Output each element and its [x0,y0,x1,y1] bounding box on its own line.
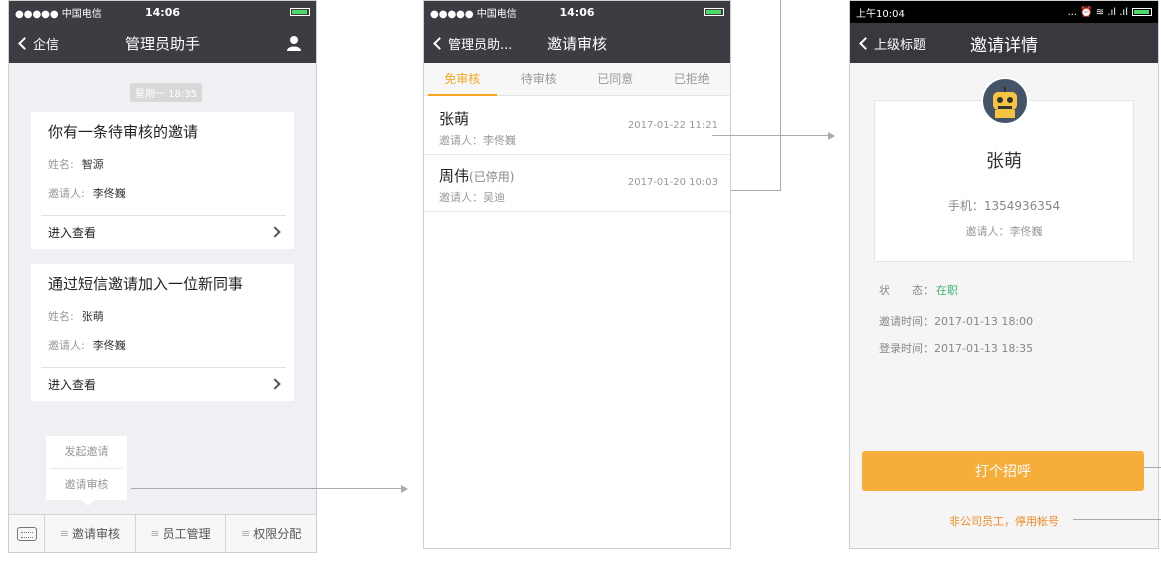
inviter-value: 李佟巍 [92,187,126,200]
profile-phone: 手机：1354936354 [947,199,1061,213]
inviter-text: 邀请人：李佟巍 [439,134,516,147]
invitee-name: 张萌 [439,110,470,128]
menu-icon: ≡ [150,527,160,540]
time-chip: 星期一 18:35 [130,83,202,102]
clock: 14:06 [559,5,595,19]
back-label: 管理员助... [448,37,513,53]
invite-date: 2017-01-20 10:03 [627,177,718,188]
bottom-menu: ≡ 邀请审核 ≡ 员工管理 ≡ 权限分配 [9,514,316,552]
tab-approved[interactable]: 已同意 [577,63,654,95]
view-link[interactable]: 进入查看 [48,376,96,393]
arrow-head-icon [401,485,408,493]
profile-name: 张萌 [986,151,1022,172]
filter-tabs: 免审核 待审核 已同意 已拒绝 [424,63,730,96]
invite-time: 邀请时间：2017-01-13 18:00 [879,315,1034,328]
menu-permissions[interactable]: ≡ 权限分配 [226,515,316,552]
inviter-label: 邀请人: [48,339,85,352]
keyboard-toggle[interactable] [9,515,45,552]
popup-menu: 发起邀请 邀请审核 [46,436,127,506]
arrow-head-icon [828,132,835,140]
name-label: 姓名: [48,158,74,171]
disable-account-link[interactable]: 非公司员工，停用帐号 [850,513,1158,529]
divider [41,367,286,368]
back-button[interactable]: 企信 [17,34,59,53]
name-label: 姓名: [48,310,74,323]
battery-icon [704,8,724,16]
user-icon[interactable] [286,35,302,51]
list-item[interactable]: 周伟(已停用) 邀请人：吴迪 2017-01-20 10:03 [424,155,730,212]
sms-invite-card: 通过短信邀请加入一位新同事 姓名: 张萌 邀请人: 李佟巍 进入查看 [31,264,294,401]
chevron-right-icon [269,226,281,238]
invitee-name: 周伟 [439,167,470,185]
inviter-label: 邀请人: [48,187,85,200]
keyboard-icon [16,526,37,541]
status-label: 状 态： [879,284,934,297]
inviter-text: 邀请人：吴迪 [439,191,505,204]
chevron-left-icon [433,36,446,50]
menu-item-send-invite[interactable]: 发起邀请 [46,436,127,468]
signal-icons: ... ⏰ ≋ .ıl .ıl [1067,6,1128,18]
name-value: 张萌 [81,310,104,323]
menu-invite-review[interactable]: ≡ 邀请审核 [45,515,136,552]
back-label: 上级标题 [874,37,927,53]
menu-staff-management[interactable]: ≡ 员工管理 [136,515,227,552]
back-label: 企信 [33,37,60,53]
battery-icon [1132,8,1152,16]
chevron-left-icon [18,36,31,50]
robot-icon [993,87,1017,118]
invitee-note: (已停用) [469,170,515,184]
divider [41,215,286,216]
battery-icon [290,8,310,16]
status-bar: ●●●●● 中国电信 14:06 [424,1,730,23]
menu-icon: ≡ [59,527,69,540]
connector-line [1143,467,1161,468]
status-bar: 上午10:04 ... ⏰ ≋ .ıl .ıl [850,1,1158,23]
card-title: 通过短信邀请加入一位新同事 [48,275,244,293]
admin-assistant-screen: ●●●●● 中国电信 14:06 企信 管理员助手 星期一 18:35 你有一条… [8,0,317,553]
nav-bar: 上级标题 邀请详情 [850,23,1158,63]
card-title: 你有一条待审核的邀请 [48,123,199,141]
tab-pending[interactable]: 待审核 [501,63,578,95]
pending-invite-card: 你有一条待审核的邀请 姓名: 智源 邀请人: 李佟巍 进入查看 [31,112,294,249]
view-link[interactable]: 进入查看 [48,224,96,241]
clock: 上午10:04 [856,8,905,20]
inviter-value: 李佟巍 [92,339,126,352]
connector-line [731,190,781,191]
invite-detail-screen: 上午10:04 ... ⏰ ≋ .ıl .ıl 上级标题 邀请详情 张萌 手机：… [849,0,1159,549]
clock: 14:06 [144,5,180,19]
name-value: 智源 [81,158,104,171]
status-row: 状 态： 在职 [879,282,958,298]
connector-line [780,0,781,191]
status-bar: ●●●●● 中国电信 14:06 [9,1,316,23]
invite-review-screen: ●●●●● 中国电信 14:06 管理员助... 邀请审核 免审核 待审核 已同… [423,0,731,549]
connector-line [1073,519,1161,520]
connector-line [131,488,401,489]
greet-button[interactable]: 打个招呼 [862,451,1144,491]
chevron-left-icon [859,36,872,50]
list-item[interactable]: 张萌 邀请人：李佟巍 2017-01-22 11:21 [424,98,730,155]
status-value: 在职 [936,284,958,297]
profile-inviter: 邀请人：李佟巍 [965,225,1043,238]
avatar [981,77,1029,125]
back-button[interactable]: 管理员助... [432,34,512,53]
nav-bar: 管理员助... 邀请审核 [424,23,730,63]
menu-icon: ≡ [241,527,251,540]
invite-date: 2017-01-22 11:21 [627,120,718,131]
login-time: 登录时间：2017-01-13 18:35 [879,342,1034,355]
nav-bar: 企信 管理员助手 [9,23,316,63]
menu-item-invite-review[interactable]: 邀请审核 [46,469,127,501]
tab-rejected[interactable]: 已拒绝 [654,63,731,95]
connector-line [712,135,828,136]
back-button[interactable]: 上级标题 [858,34,926,53]
tab-no-review[interactable]: 免审核 [424,63,501,96]
chevron-right-icon [269,378,281,390]
